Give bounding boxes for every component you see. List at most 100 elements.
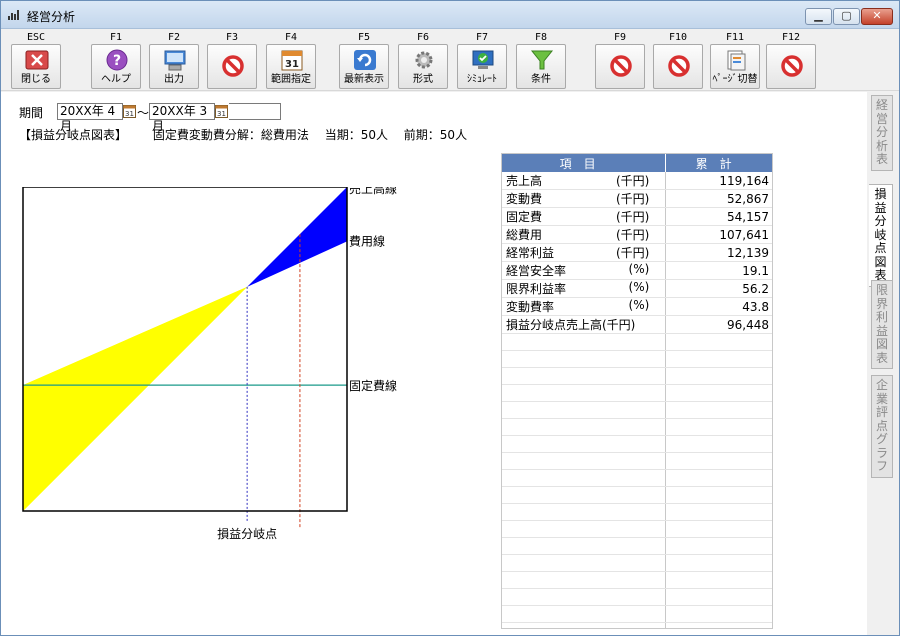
side-tab-1[interactable]: 経営分析表 [871, 95, 893, 171]
empty-cell [502, 350, 667, 368]
main-panel: 期間 20XX年 4月 31 ～ 20XX年 3月 31 【損益分岐点図表】 固… [1, 92, 867, 635]
toolbar-button-f11[interactable]: ﾍﾟｰｼﾞ切替 [710, 44, 760, 89]
side-tab-3[interactable]: 限界利益図表 [871, 280, 893, 369]
svg-text:31: 31 [217, 110, 226, 118]
break-even-chart: 売上高線費用線固定費線損益分岐点売上高 [22, 187, 397, 541]
fkey-f11: F11 ﾍﾟｰｼﾞ切替 [710, 32, 760, 89]
toolbar-button-label: 範囲指定 [271, 74, 311, 85]
toolbar-button-f4[interactable]: 31 範囲指定 [266, 44, 316, 89]
output-icon [164, 50, 186, 71]
row-item: 固定費 (千円) [502, 207, 667, 226]
row-item: 経営安全率 (%) [502, 261, 667, 280]
fkey-f6: F6 形式 [398, 32, 448, 89]
fkey-label: F6 [416, 32, 430, 43]
empty-row [502, 418, 772, 436]
app-window: 経営分析 ▁ ▢ ✕ ESC 閉じる F1? ヘルプ F2 出力 F3 F4 31 範囲指定 F5 最… [0, 0, 900, 636]
previous-headcount: 前期：50人 [403, 128, 468, 142]
title-bar: 経営分析 ▁ ▢ ✕ [1, 1, 899, 29]
toolbar-button-f10[interactable] [653, 44, 703, 89]
calendar-from-icon[interactable]: 31 [123, 105, 136, 118]
toolbar-button-f5[interactable]: 最新表示 [339, 44, 389, 89]
window-title: 経営分析 [27, 10, 76, 24]
fkey-label: F7 [475, 32, 489, 43]
empty-cell [665, 486, 772, 504]
row-item: 売上高 (千円) [502, 172, 667, 190]
toolbar-button-f8[interactable]: 条件 [516, 44, 566, 89]
table-row[interactable]: 変動費 (千円) 52,867 [502, 189, 772, 208]
fkey-label: F10 [668, 32, 688, 43]
fkey-label: F8 [534, 32, 548, 43]
empty-cell [502, 418, 667, 436]
table-row[interactable]: 経営安全率 (%) 19.1 [502, 261, 772, 280]
fkey-f12: F12 [766, 32, 816, 89]
row-item-label: 限界利益率 [506, 282, 567, 296]
toolbar-button-f12[interactable] [766, 44, 816, 89]
empty-cell [665, 367, 772, 385]
empty-row [502, 605, 772, 623]
chart-section-title: 【損益分岐点図表】 [19, 128, 128, 142]
fkey-label: F3 [225, 32, 239, 43]
row-item-label: 変動費率 [506, 300, 555, 314]
empty-cell [665, 554, 772, 572]
toolbar-button-f3[interactable] [207, 44, 257, 89]
column-header-total: 累計 [665, 154, 772, 172]
table-row[interactable]: 経常利益 (千円) 12,139 [502, 243, 772, 262]
empty-cell [502, 503, 667, 521]
empty-row [502, 554, 772, 572]
toolbar-button-f1[interactable]: ? ヘルプ [91, 44, 141, 89]
row-value: 43.8 [665, 297, 772, 316]
cost-line-label: 費用線 [349, 233, 385, 248]
toolbar-button-f7[interactable]: ｼﾐｭﾚｰﾄ [457, 44, 507, 89]
empty-row [502, 537, 772, 555]
period-from-field[interactable]: 20XX年 4月 [57, 103, 123, 133]
empty-cell [665, 537, 772, 555]
toolbar-button-label: 形式 [413, 74, 433, 85]
toolbar-button-label: 最新表示 [344, 74, 384, 85]
empty-cell [665, 503, 772, 521]
empty-row [502, 367, 772, 385]
table-row[interactable]: 変動費率 (%) 43.8 [502, 297, 772, 316]
close-button[interactable]: ✕ [861, 8, 893, 25]
fkey-label: F11 [725, 32, 745, 43]
row-item-unit: (千円) [615, 174, 650, 188]
empty-row [502, 486, 772, 504]
empty-cell [665, 605, 772, 623]
chart-app-icon [8, 10, 19, 20]
table-row[interactable]: 限界利益率 (%) 56.2 [502, 279, 772, 298]
side-tab-4[interactable]: 企業評点グラフ [871, 375, 893, 478]
period-label: 期間 [19, 106, 44, 120]
row-item: 経常利益 (千円) [502, 243, 667, 262]
toolbar-button-f2[interactable]: 出力 [149, 44, 199, 89]
row-item-unit: (%) [628, 262, 650, 276]
empty-cell [502, 469, 667, 487]
empty-cell [665, 350, 772, 368]
row-item-unit: (千円) [615, 246, 650, 260]
toolbar-button-esc[interactable]: 閉じる [11, 44, 61, 89]
table-row[interactable]: 固定費 (千円) 54,157 [502, 207, 772, 226]
toolbar-button-f9[interactable] [595, 44, 645, 89]
maximize-button[interactable]: ▢ [833, 8, 860, 25]
summary-table: 項目 累計 売上高 (千円) 119,164 変動費 (千円) 52,867 固定費 (千円)… [501, 153, 773, 629]
disabled-icon [222, 55, 244, 77]
refresh-icon [354, 50, 376, 70]
toolbar-button-f6[interactable]: 形式 [398, 44, 448, 89]
minimize-button[interactable]: ▁ [805, 8, 832, 25]
fkey-f8: F8 条件 [516, 32, 566, 89]
empty-row [502, 520, 772, 538]
table-row[interactable]: 損益分岐点売上高(千円) 96,448 [502, 315, 772, 334]
empty-cell [502, 537, 667, 555]
fkey-label: F2 [167, 32, 181, 43]
calendar-to-icon[interactable]: 31 [215, 105, 228, 118]
row-item-unit: (千円) [615, 210, 650, 224]
fkey-label: F12 [781, 32, 801, 43]
side-tab-2[interactable]: 損益分岐点図表 [869, 184, 893, 287]
toolbar-button-label: 出力 [164, 74, 184, 85]
row-value: 107,641 [665, 225, 772, 244]
svg-text:31: 31 [285, 59, 299, 70]
period-to-field[interactable]: 20XX年 3月 [149, 103, 215, 133]
toolbar-button-label: 条件 [531, 74, 551, 85]
gear-icon [415, 51, 433, 69]
table-row[interactable]: 売上高 (千円) 119,164 [502, 172, 772, 190]
table-row[interactable]: 総費用 (千円) 107,641 [502, 225, 772, 244]
empty-cell [665, 418, 772, 436]
